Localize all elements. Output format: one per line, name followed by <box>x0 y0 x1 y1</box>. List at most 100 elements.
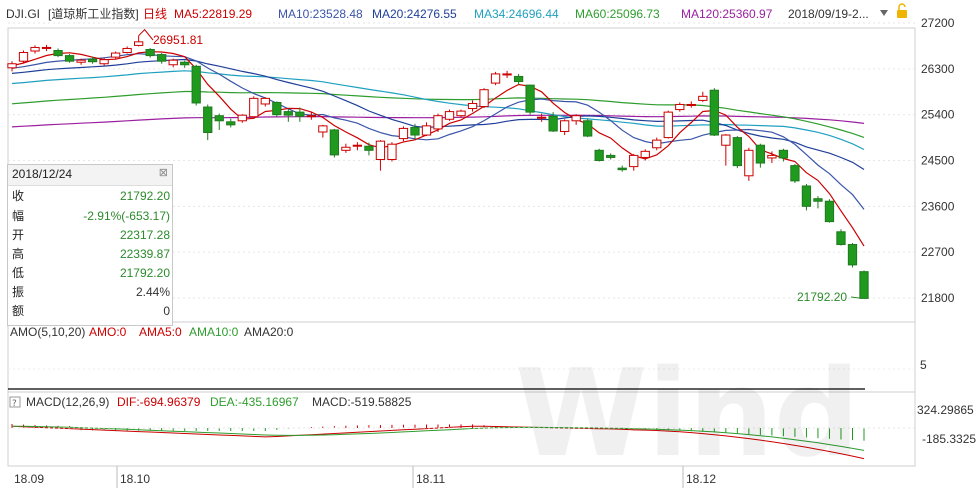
period-label[interactable]: 日线 <box>143 7 167 21</box>
candlestick <box>444 109 455 121</box>
candlestick <box>824 199 835 223</box>
candle-body <box>53 50 63 57</box>
low-marker-label: 21792.20 <box>797 290 847 304</box>
header-legend: DJI.GI [道琼斯工业指数] 日线 MA5:22819.29 MA10:23… <box>6 6 869 21</box>
candle-body <box>490 73 501 84</box>
candlestick <box>525 84 535 115</box>
candle-body <box>398 127 409 140</box>
candle-body <box>433 115 443 130</box>
info-row-change: 幅 -2.91%(-653.17) <box>12 206 170 226</box>
candlestick <box>387 142 397 162</box>
candlestick <box>18 50 29 63</box>
info-close-label: 收 <box>12 189 25 203</box>
candle-body <box>479 89 489 108</box>
candlestick <box>490 71 501 86</box>
candle-body <box>30 46 40 52</box>
candle-body <box>41 46 52 49</box>
candle-body <box>237 114 247 122</box>
ama5-value: AMA5:0 <box>139 325 182 339</box>
candle-body <box>318 125 328 133</box>
svg-text:?: ? <box>12 399 17 409</box>
candle-body <box>387 143 397 160</box>
info-change-value: -2.91%(-653.17) <box>83 209 170 223</box>
candle-body <box>214 115 224 122</box>
macd-value: MACD:-519.58825 <box>312 395 412 409</box>
candle-body <box>134 41 144 46</box>
candle-body <box>341 146 351 151</box>
candlestick <box>709 88 719 137</box>
price-tick-label: 22700 <box>921 245 955 259</box>
candlestick <box>801 183 812 211</box>
candlestick <box>847 243 858 268</box>
candlestick <box>191 64 201 106</box>
ma20-legend: MA20:24276.55 <box>372 7 457 21</box>
candle-body <box>502 73 512 76</box>
info-amplitude-value: 2.44% <box>135 285 170 299</box>
candle-body <box>260 97 270 105</box>
candle-body <box>122 47 132 54</box>
candle-body <box>410 126 420 136</box>
candlestick <box>744 147 754 181</box>
candle-body <box>824 200 835 223</box>
macd-menu-icon[interactable]: ? <box>9 396 21 409</box>
candle-body <box>790 165 800 182</box>
candle-body <box>329 129 340 156</box>
macd-title: MACD(12,26,9) <box>26 395 109 409</box>
candlestick <box>433 113 443 132</box>
x-label: 18.09 <box>14 472 44 486</box>
candle-body <box>560 120 570 132</box>
candle-body <box>836 231 846 246</box>
macd-tick-bottom: -185.3325 <box>922 432 976 446</box>
candle-body <box>226 121 236 126</box>
ohlc-info-panel: 2018/12/24 ⊠ 收 21792.20 幅 -2.91%(-653.17… <box>7 164 173 326</box>
candle-body <box>583 120 593 137</box>
candle-body <box>640 150 650 158</box>
macd-dif: DIF:-694.96379 <box>117 395 201 409</box>
candle-body <box>168 59 178 66</box>
macd-dea: DEA:-435.16967 <box>210 395 299 409</box>
candle-body <box>801 185 812 207</box>
candle-body <box>617 167 627 171</box>
amo-title: AMO(5,10,20) <box>10 325 85 339</box>
candlestick <box>583 118 593 138</box>
info-high-value: 22339.87 <box>119 247 170 261</box>
candle-body <box>571 115 581 122</box>
x-label: 18.10 <box>120 472 150 486</box>
candle-body <box>110 52 121 58</box>
info-open-label: 开 <box>12 228 25 242</box>
candlestick <box>110 51 121 59</box>
candle-body <box>249 97 259 118</box>
candle-body <box>594 149 604 162</box>
info-amount-label: 额 <box>12 304 25 318</box>
candlestick <box>272 101 282 117</box>
candle-body <box>652 139 662 149</box>
candle-body <box>76 59 86 63</box>
candle-body <box>744 149 754 177</box>
candle-body <box>525 84 535 113</box>
price-tick-label: 25400 <box>921 108 955 122</box>
amo-tick: 5 <box>920 358 927 372</box>
info-row-open: 开 22317.28 <box>12 225 170 245</box>
collapse-icon[interactable]: ⊠ <box>159 166 168 179</box>
high-marker-label: 26951.81 <box>153 33 203 47</box>
price-axis: 27200 26300 25400 24500 23600 22700 21800 <box>921 16 955 305</box>
candle-body <box>755 144 766 164</box>
info-low-value: 21792.20 <box>119 266 170 280</box>
ama10-value: AMA10:0 <box>189 325 239 339</box>
ma60-legend: MA60:25096.73 <box>575 7 660 21</box>
candlestick <box>329 128 340 158</box>
info-row-close: 收 21792.20 <box>12 186 170 206</box>
candle-body <box>444 111 455 120</box>
candle-body <box>467 102 478 110</box>
info-open-value: 22317.28 <box>119 228 170 242</box>
candle-body <box>548 115 558 132</box>
candlestick <box>790 164 800 183</box>
date-range-label: 2018/09/19-2... <box>788 7 869 21</box>
x-label: 18.11 <box>416 472 445 486</box>
candle-body <box>629 154 639 168</box>
candle-body <box>64 55 75 62</box>
price-tick-label: 27200 <box>921 16 955 30</box>
ma120-legend: MA120:25360.97 <box>681 7 773 21</box>
candle-body <box>698 95 708 101</box>
candle-body <box>686 103 696 106</box>
